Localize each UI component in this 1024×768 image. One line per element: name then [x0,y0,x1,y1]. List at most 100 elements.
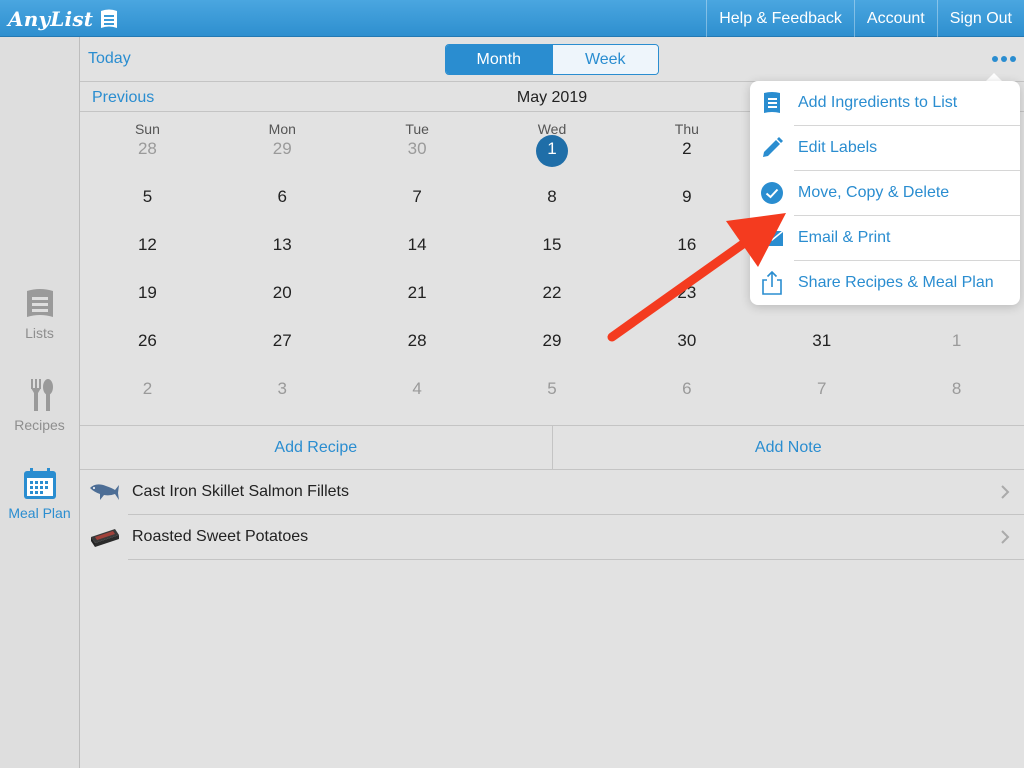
list-icon [101,9,118,28]
calendar-day[interactable]: 29 [215,135,350,175]
calendar-day-number: 31 [812,331,832,350]
calendar-day[interactable]: 2 [619,135,754,175]
calendar-day-number: 29 [542,331,562,350]
menu-item-email-print[interactable]: Email & Print [750,216,1020,261]
app-logo[interactable]: AnyList [8,6,119,32]
calendar-day-number: 1 [535,135,568,167]
menu-item-label: Email & Print [798,229,891,246]
top-bar: AnyList Help & Feedback Account Sign Out [0,0,1024,37]
calendar-day[interactable]: 8 [485,183,620,223]
sidebar-item-label: Lists [25,325,54,341]
calendar-day[interactable]: 4 [350,375,485,415]
calendar-day[interactable]: 9 [619,183,754,223]
calendar-day-number: 26 [137,331,157,350]
app-name: AnyList [8,7,94,31]
calendar-day[interactable]: 23 [619,279,754,319]
menu-item-share[interactable]: Share Recipes & Meal Plan [750,261,1020,306]
actions-menu-popover: Add Ingredients to List Edit Labels Move… [750,81,1020,305]
calendar-day[interactable]: 15 [485,231,620,271]
segment-month[interactable]: Month [446,45,552,74]
calendar-day[interactable]: 31 [754,327,889,367]
calendar-day[interactable]: 8 [889,375,1024,415]
calendar-day-number: 7 [412,187,422,206]
top-navigation: Help & Feedback Account Sign Out [706,0,1024,37]
calendar-day[interactable]: 2 [80,375,215,415]
calendar-day[interactable]: 5 [80,183,215,223]
account-button[interactable]: Account [853,0,937,37]
calendar-day[interactable]: 1 [485,135,620,175]
calendar-icon [23,468,56,499]
menu-item-label: Share Recipes & Meal Plan [798,274,994,291]
chevron-right-icon [1001,530,1010,544]
calendar-day-number: 20 [272,283,292,302]
sign-out-button[interactable]: Sign Out [936,0,1024,37]
calendar-day-number: 1 [951,331,962,350]
calendar-day[interactable]: 28 [350,327,485,367]
calendar-day-number: 2 [682,139,692,158]
menu-item-label: Move, Copy & Delete [798,184,950,201]
sidebar-item-recipes[interactable]: Recipes [0,377,79,433]
calendar-day-number: 12 [137,235,157,254]
calendar-day-number: 16 [677,235,697,254]
calendar-day-number: 9 [682,187,692,206]
sidebar-item-meal-plan[interactable]: Meal Plan [0,467,79,521]
calendar-day[interactable]: 7 [350,183,485,223]
calendar-day[interactable]: 20 [215,279,350,319]
calendar-day[interactable]: 26 [80,327,215,367]
calendar-day[interactable]: 22 [485,279,620,319]
calendar-day-number: 13 [272,235,292,254]
calendar-day-number: 7 [816,379,827,398]
menu-item-add-ingredients[interactable]: Add Ingredients to List [750,81,1020,126]
calendar-day-number: 5 [547,379,557,398]
previous-month-button[interactable]: Previous [92,89,154,107]
calendar-day[interactable]: 1 [889,327,1024,367]
calendar-day-number: 6 [277,187,287,206]
checkmark-circle-icon [761,182,783,204]
add-note-button[interactable]: Add Note [551,426,1024,469]
calendar-day[interactable]: 5 [485,375,620,415]
calendar-day-number: 23 [677,283,697,302]
calendar-day[interactable]: 16 [619,231,754,271]
calendar-day[interactable]: 7 [754,375,889,415]
day-actions: Add Recipe Add Note [80,425,1024,470]
menu-item-edit-labels[interactable]: Edit Labels [750,126,1020,171]
calendar-day-number: 19 [137,283,157,302]
calendar-day[interactable]: 28 [80,135,215,175]
segment-week[interactable]: Week [551,45,658,74]
envelope-icon [760,230,784,246]
calendar-day-number: 2 [142,379,153,398]
calendar-day[interactable]: 30 [350,135,485,175]
calendar-day-number: 21 [407,283,427,302]
calendar-day[interactable]: 6 [619,375,754,415]
calendar-day[interactable]: 27 [215,327,350,367]
main-header: Today Month Week [80,37,1024,82]
calendar-day-number: 22 [542,283,562,302]
menu-item-label: Edit Labels [798,139,878,156]
calendar-day[interactable]: 30 [619,327,754,367]
calendar-day-number: 4 [412,379,422,398]
recipe-row[interactable]: Roasted Sweet Potatoes [80,515,1024,560]
calendar-day[interactable]: 21 [350,279,485,319]
fish-icon [90,484,119,500]
calendar-day[interactable]: 14 [350,231,485,271]
menu-item-move-copy-delete[interactable]: Move, Copy & Delete [750,171,1020,216]
recipe-name: Roasted Sweet Potatoes [132,528,309,545]
calendar-day-number: 28 [407,331,427,350]
recipe-row[interactable]: Cast Iron Skillet Salmon Fillets [80,470,1024,515]
list-icon [764,92,780,113]
calendar-day[interactable]: 12 [80,231,215,271]
more-icon[interactable] [992,53,1016,65]
help-feedback-button[interactable]: Help & Feedback [706,0,854,37]
calendar-day[interactable]: 6 [215,183,350,223]
calendar-day[interactable]: 19 [80,279,215,319]
sidebar-item-lists[interactable]: Lists [0,287,79,341]
sidebar-item-label: Meal Plan [8,505,71,521]
calendar-day-number: 8 [951,379,962,398]
today-button[interactable]: Today [88,50,131,68]
add-recipe-button[interactable]: Add Recipe [80,426,552,469]
calendar-day[interactable]: 13 [215,231,350,271]
calendar-day[interactable]: 29 [485,327,620,367]
calendar-day-number: 8 [547,187,557,206]
calendar-day[interactable]: 3 [215,375,350,415]
list-icon [26,289,53,317]
